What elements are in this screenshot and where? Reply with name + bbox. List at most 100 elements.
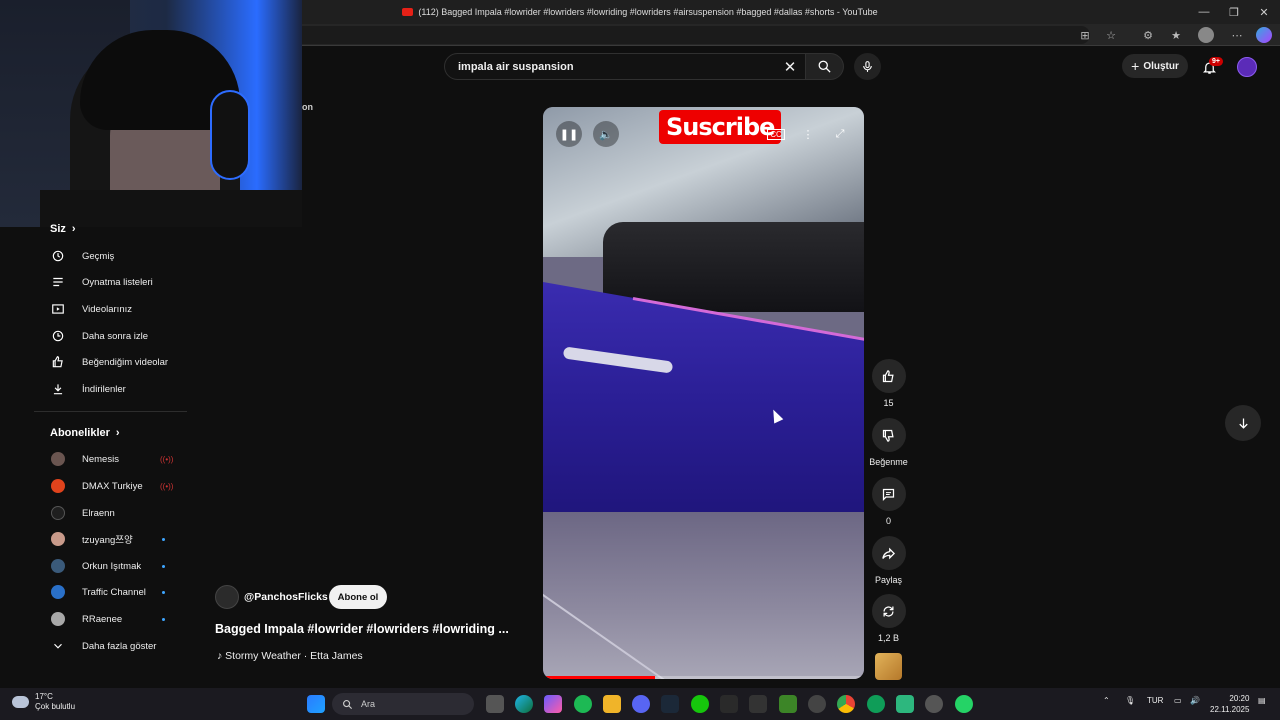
volume-button[interactable]: 🔈 [593,121,619,147]
task-view-icon[interactable] [486,695,504,713]
app-green-icon[interactable] [867,695,885,713]
create-button[interactable]: + Oluştur [1122,54,1188,78]
address-bar[interactable] [290,26,1090,44]
more-menu-icon[interactable]: ⋯ [1229,27,1245,43]
app-icon[interactable]: ⊞ [1077,27,1093,43]
download-icon [53,384,63,395]
chrome-icon[interactable] [837,695,855,713]
copilot-app-icon[interactable] [544,695,562,713]
shorts-video-player[interactable]: ❚❚ 🔈 Suscribe CC ⋮ ⤢ [543,107,864,679]
webcam-overlay [0,0,302,227]
weather-widget[interactable]: 17°C Çok bulutlu [12,692,75,712]
channel-avatar [51,479,65,493]
headset [210,90,250,180]
favorites-icon[interactable]: ★ [1168,27,1184,43]
whatsapp-icon[interactable] [955,695,973,713]
sound-thumbnail[interactable] [875,653,902,680]
sidebar-item-history[interactable]: Geçmiş [34,244,187,268]
xbox-icon[interactable] [691,695,709,713]
pause-button[interactable]: ❚❚ [556,121,582,147]
discord-icon[interactable] [632,695,650,713]
extensions-icon[interactable]: ⚙ [1140,27,1156,43]
sidebar-item-watch-later[interactable]: Daha sonra izle [34,324,187,348]
subscription-name: Nemesis [82,453,119,465]
cloud-icon [12,696,29,708]
account-avatar[interactable] [1237,57,1257,77]
comment-count: 0 [885,516,891,526]
search-button[interactable] [806,53,844,80]
app-gray-icon[interactable] [925,695,943,713]
captions-button[interactable]: CC [763,121,789,147]
subscription-item-nemesis[interactable]: Nemesis ((•)) [34,447,187,471]
close-window-icon[interactable]: ✕ [1248,0,1280,24]
notification-center-icon[interactable]: ▤ [1258,696,1266,705]
minimize-icon[interactable]: — [1188,0,1220,24]
channel-avatar[interactable] [215,585,239,609]
live-icon: ((•)) [160,454,174,464]
settings-gear-icon[interactable] [808,695,826,713]
fullscreen-button[interactable]: ⤢ [827,121,853,147]
subscription-item-dmax[interactable]: DMAX Turkiye ((•)) [34,474,187,498]
chevron-right-icon: › [71,223,76,235]
subscriptions-section-title[interactable]: Abonelikler › [50,427,120,439]
dislike-button[interactable]: Beğenme [869,418,908,467]
share-button[interactable]: Paylaş [870,536,907,585]
app-x-icon[interactable] [749,695,767,713]
remix-button[interactable]: 1,2 B [870,594,907,643]
create-label: Oluştur [1143,60,1179,72]
voice-search-button[interactable] [854,53,881,80]
music-link[interactable]: ♪ Stormy Weather · Etta James [217,650,363,662]
clear-search-icon[interactable]: ✕ [780,57,800,77]
sidebar-item-downloads[interactable]: İndirilenler [34,377,187,401]
minecraft-icon[interactable] [779,695,797,713]
sidebar-item-your-videos[interactable]: Videolarınız [34,297,187,321]
more-options-button[interactable]: ⋮ [795,121,821,147]
tray-chevron-up-icon[interactable]: ⌃ [1103,696,1110,705]
sidebar-item-playlists[interactable]: Oynatma listeleri [34,270,187,294]
app-teal-icon[interactable] [896,695,914,713]
youtube-favicon-icon [402,8,414,16]
like-button[interactable]: 15 [870,359,907,408]
channel-handle[interactable]: @PanchosFlicks [244,591,328,603]
profile-icon[interactable] [1198,27,1214,43]
subscription-name: Orkun Işıtmak [82,560,142,572]
new-content-dot [162,537,165,541]
subscribe-button[interactable]: Abone ol [329,585,387,609]
subscription-item-rraenee[interactable]: RRaenee [34,607,187,631]
subscription-item-orkun[interactable]: Orkun Işıtmak [34,554,187,578]
tray-microphone-icon[interactable]: 🎙 [1125,696,1135,705]
search-value: impala air suspansion [458,60,574,73]
new-content-dot [162,564,165,568]
favorite-star-icon[interactable]: ☆ [1103,27,1119,43]
start-icon[interactable] [307,695,325,713]
live-icon: ((•)) [160,481,174,491]
tray-volume-icon[interactable]: 🔊 [1190,696,1200,705]
share-icon [882,547,896,559]
maximize-icon[interactable]: ❐ [1218,0,1250,24]
you-section-title[interactable]: Siz › [50,223,76,235]
copilot-icon[interactable] [1256,27,1272,43]
sidebar-item-liked[interactable]: Beğendiğim videolar [34,350,187,374]
comments-button[interactable]: 0 [870,477,907,526]
watch-later-icon [52,330,64,342]
sidebar: Siz › Geçmiş Oynatma listeleri Videoları… [34,218,187,688]
taskbar-clock[interactable]: 20:20 22.11.2025 [1210,693,1249,715]
keyboard-language[interactable]: TUR [1147,696,1163,705]
file-explorer-icon[interactable] [603,695,621,713]
steam-icon[interactable] [661,695,679,713]
subscription-item-tzuyang[interactable]: tzuyang쯔양 [34,527,187,551]
show-more-button[interactable]: Daha fazla göster [34,634,187,658]
epic-games-icon[interactable] [720,695,738,713]
microphone-icon [863,61,872,72]
video-title[interactable]: Bagged Impala #lowrider #lowriders #lowr… [215,622,509,636]
edge-icon[interactable] [515,695,533,713]
channel-avatar [51,506,65,520]
sidebar-item-label: Oynatma listeleri [82,276,153,288]
spotify-icon[interactable] [574,695,592,713]
search-input[interactable]: impala air suspansion [444,53,806,80]
subscription-item-traffic-channel[interactable]: Traffic Channel [34,580,187,604]
tray-network-icon[interactable]: ▭ [1174,696,1182,705]
taskbar-search[interactable]: Ara [332,693,474,715]
subscription-item-elraenn[interactable]: Elraenn [34,501,187,525]
next-video-button[interactable] [1225,405,1261,441]
